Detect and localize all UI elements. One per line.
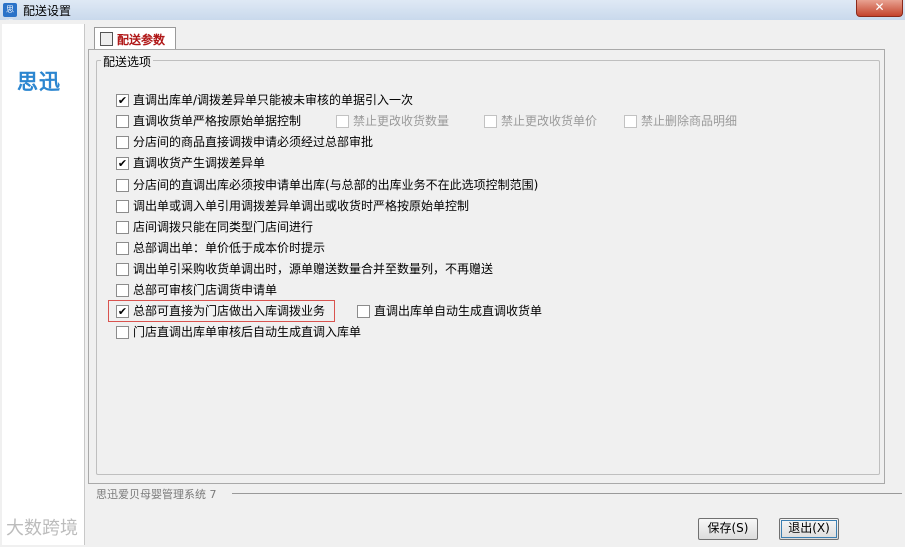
option-label: 直调出库单/调拨差异单只能被未审核的单据引入一次 xyxy=(133,93,414,107)
option-label: 总部调出单：单价低于成本价时提示 xyxy=(133,241,326,255)
checkbox-box[interactable] xyxy=(116,136,129,149)
tab-delivery-params[interactable]: 配送参数 xyxy=(94,27,176,50)
watermark: 大数跨境 xyxy=(6,518,78,539)
option-label: 直调收货产生调拨差异单 xyxy=(133,156,266,170)
window-title: 配送设置 xyxy=(23,4,72,18)
option-label: 调出单或调入单引用调拨差异单调出或收货时严格按原始单控制 xyxy=(133,199,470,213)
option-label: 门店直调出库单审核后自动生成直调入库单 xyxy=(133,325,362,339)
exit-button[interactable]: 退出(X) xyxy=(779,518,839,540)
brand-logo: 思迅 xyxy=(17,70,61,94)
checkbox-box[interactable] xyxy=(116,326,129,339)
checkbox-box xyxy=(336,115,349,128)
checkbox-box[interactable] xyxy=(116,115,129,128)
tab-label: 配送参数 xyxy=(117,33,166,47)
document-icon xyxy=(100,32,113,46)
checkbox-box[interactable] xyxy=(116,221,129,234)
checkbox-box xyxy=(624,115,637,128)
option-label: 店间调拨只能在同类型门店间进行 xyxy=(133,220,314,234)
checkbox-box[interactable]: ✔ xyxy=(116,157,129,170)
option-label: 禁止更改收货单价 xyxy=(501,114,598,128)
option-label: 总部可审核门店调货申请单 xyxy=(133,283,278,297)
option-label: 调出单引采购收货单调出时，源单赠送数量合并至数量列，不再赠送 xyxy=(133,262,494,276)
option-label: 禁止删除商品明细 xyxy=(641,114,738,128)
checkbox-box[interactable] xyxy=(116,284,129,297)
divider xyxy=(232,493,902,494)
option-label: 分店间的直调出库必须按申请单出库(与总部的出库业务不在此选项控制范围) xyxy=(133,178,539,192)
option-label: 直调出库单自动生成直调收货单 xyxy=(374,304,543,318)
checkbox-box xyxy=(484,115,497,128)
close-button[interactable]: ✕ xyxy=(856,0,903,17)
option-label: 分店间的商品直接调拨申请必须经过总部审批 xyxy=(133,135,374,149)
app-icon: 思迅 xyxy=(3,3,17,28)
option-label: 禁止更改收货数量 xyxy=(353,114,450,128)
checkbox-box[interactable] xyxy=(116,242,129,255)
sidebar: 思迅 xyxy=(2,24,85,545)
save-button[interactable]: 保存(S) xyxy=(698,518,758,540)
checkbox-box[interactable]: ✔ xyxy=(116,94,129,107)
checkbox-box[interactable] xyxy=(116,263,129,276)
option-label: 直调收货单严格按原始单据控制 xyxy=(133,114,302,128)
footer-text: 思迅爱贝母婴管理系统 7 xyxy=(96,488,217,501)
checkbox-box[interactable]: ✔ xyxy=(116,305,129,318)
checkbox-box[interactable] xyxy=(116,200,129,213)
checkbox-box[interactable] xyxy=(116,179,129,192)
title-bar: 思迅 配送设置 ✕ xyxy=(0,0,905,28)
checkbox-box[interactable] xyxy=(357,305,370,318)
option-label: 总部可直接为门店做出入库调拨业务 xyxy=(133,304,326,318)
group-label: 配送选项 xyxy=(101,53,154,70)
